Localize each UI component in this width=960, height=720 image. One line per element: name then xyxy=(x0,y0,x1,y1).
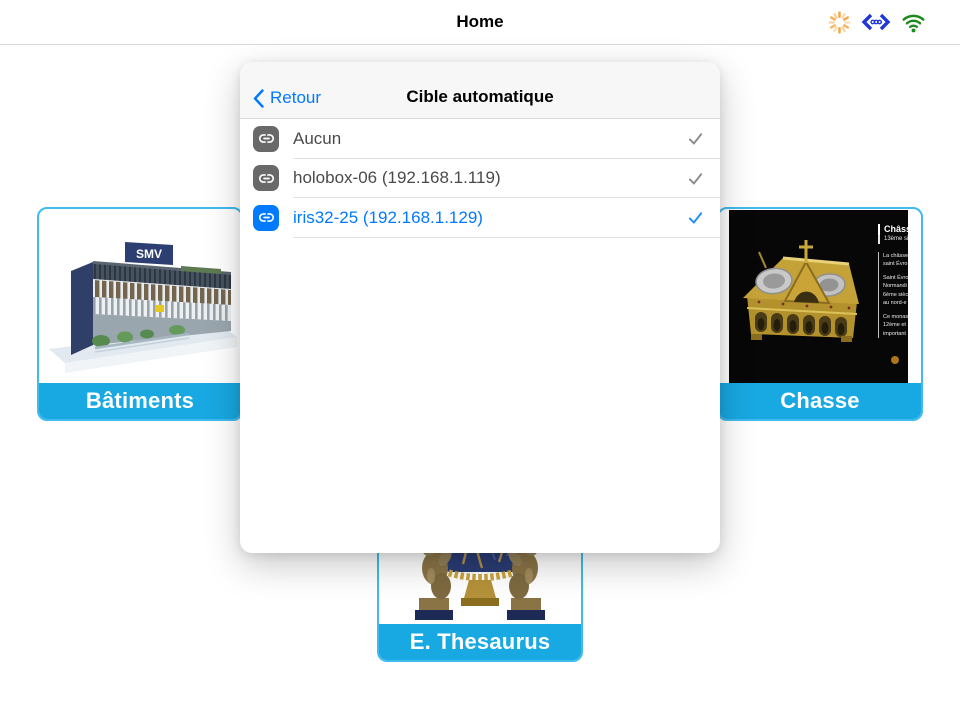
status-icon-group xyxy=(827,0,927,44)
chasse-text-panel: Châsse 13ème siè La châsse saint Évro Sa… xyxy=(878,224,908,338)
chasse-panel-title: Châsse xyxy=(878,224,908,235)
chasse-panel-line: Ce monast xyxy=(883,313,908,322)
target-option-label: iris32-25 (192.168.1.129) xyxy=(293,208,483,228)
chasse-panel-subtitle: 13ème siè xyxy=(878,235,908,243)
card-batiments[interactable]: SMV Bâtiments xyxy=(37,207,243,421)
link-icon xyxy=(253,165,279,191)
page-title: Home xyxy=(0,0,960,44)
activity-spinner-icon xyxy=(827,10,852,35)
chasse-panel-line: La châsse xyxy=(883,252,908,261)
chasse-panel-line: Normandi xyxy=(883,282,908,291)
wifi-icon xyxy=(900,10,927,35)
checkmark-icon xyxy=(687,198,704,238)
putto-right xyxy=(506,542,545,620)
checkmark-icon xyxy=(687,159,704,199)
link-icon xyxy=(253,205,279,231)
back-button[interactable]: Retour xyxy=(253,88,321,108)
card-label-thesaurus: E. Thesaurus xyxy=(379,624,581,660)
chasse-panel-line: important xyxy=(883,330,908,339)
cible-automatique-modal: Retour Cible automatique Aucun xyxy=(240,62,720,553)
chasse-panel-line: 12ème et 13 xyxy=(883,321,908,330)
target-option-label: Aucun xyxy=(293,129,341,149)
app-screen: Home xyxy=(0,0,960,720)
building-illustration: SMV xyxy=(39,209,241,383)
batiments-image: SMV xyxy=(39,209,241,383)
target-option-aucun[interactable]: Aucun xyxy=(240,119,720,159)
card-chasse[interactable]: Châsse 13ème siè La châsse saint Évro Sa… xyxy=(717,207,923,421)
target-option-iris32-25[interactable]: iris32-25 (192.168.1.129) xyxy=(240,198,720,238)
target-list: Aucun holobox xyxy=(240,119,720,238)
network-code-icon xyxy=(861,10,891,34)
smv-sign-text: SMV xyxy=(136,247,162,261)
checkmark-icon xyxy=(687,119,704,159)
chasse-panel-line: saint Évro xyxy=(883,260,908,269)
target-option-label: holobox-06 (192.168.1.119) xyxy=(293,168,501,188)
chasse-panel-paragraphs: La châsse saint Évro Saint Évro Normandi… xyxy=(878,252,908,339)
target-option-holobox-06[interactable]: holobox-06 (192.168.1.119) xyxy=(240,159,720,199)
chevron-left-icon xyxy=(253,89,264,108)
top-navigation-bar: Home xyxy=(0,0,960,45)
chasse-black-slide: Châsse 13ème siè La châsse saint Évro Sa… xyxy=(729,210,908,383)
chasse-panel-line: 6ème siècle xyxy=(883,291,908,300)
card-label-batiments: Bâtiments xyxy=(39,383,241,419)
putto-left xyxy=(415,542,454,620)
chasse-image: Châsse 13ème siè La châsse saint Évro Sa… xyxy=(719,209,921,383)
back-button-label: Retour xyxy=(270,88,321,108)
chasse-panel-line: Saint Évro xyxy=(883,274,908,283)
modal-header: Retour Cible automatique xyxy=(240,62,720,119)
chasse-panel-line: au nord-e xyxy=(883,299,908,308)
link-icon xyxy=(253,126,279,152)
card-label-chasse: Chasse xyxy=(719,383,921,419)
